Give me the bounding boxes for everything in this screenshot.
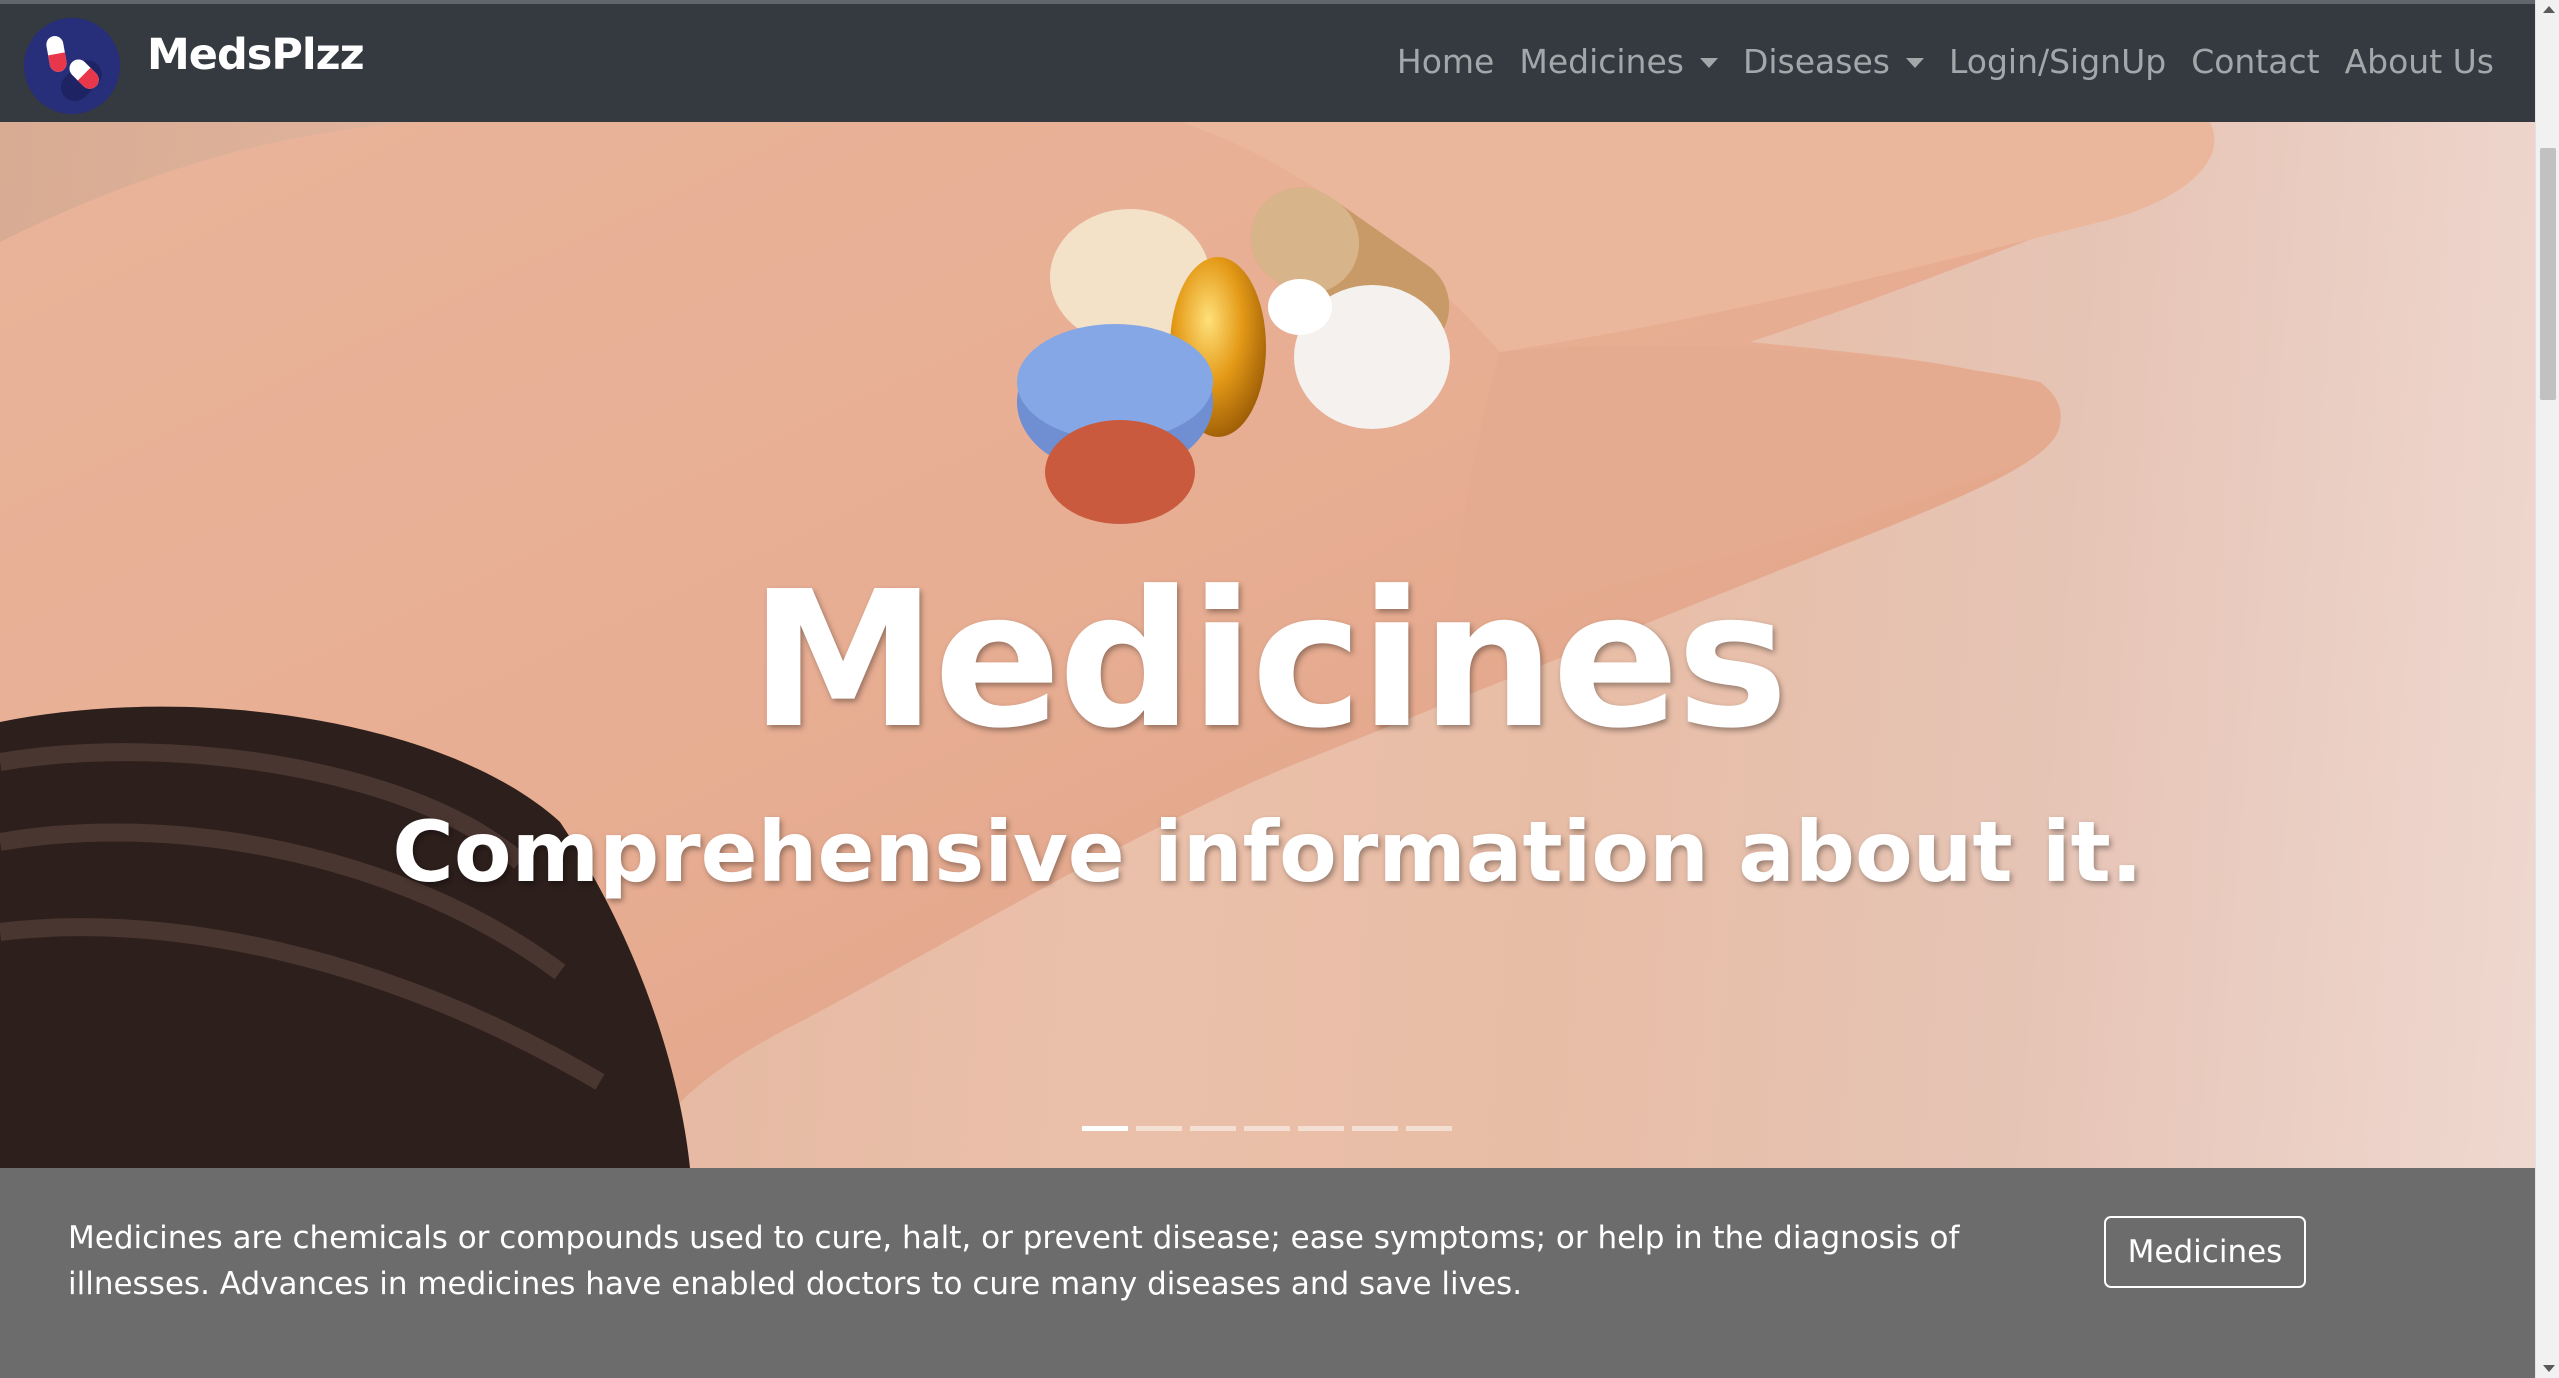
medicines-info-band: Medicines are chemicals or compounds use… — [0, 1168, 2535, 1378]
nav-contact[interactable]: Contact — [2191, 42, 2319, 81]
nav-login-signup[interactable]: Login/SignUp — [1949, 42, 2166, 81]
scrollbar-thumb[interactable] — [2540, 148, 2556, 400]
vertical-scrollbar[interactable] — [2535, 0, 2559, 1378]
caret-down-icon — [1699, 57, 1718, 68]
nav-medicines-label: Medicines — [1519, 42, 1684, 81]
nav-home[interactable]: Home — [1397, 42, 1494, 81]
carousel-indicator-4[interactable] — [1244, 1126, 1290, 1131]
carousel-indicator-1[interactable] — [1082, 1126, 1128, 1131]
carousel-indicator-7[interactable] — [1406, 1126, 1452, 1131]
nav-medicines-dropdown[interactable]: Medicines — [1519, 42, 1718, 81]
main-nav: Home Medicines Diseases Login/SignUp Con… — [1372, 42, 2494, 81]
nav-diseases-label: Diseases — [1742, 42, 1890, 81]
hero-subtitle: Comprehensive information about it. — [392, 803, 2143, 901]
carousel-indicator-6[interactable] — [1352, 1126, 1398, 1131]
caret-down-icon — [1905, 57, 1924, 68]
carousel-indicator-3[interactable] — [1190, 1126, 1236, 1131]
medicines-description: Medicines are chemicals or compounds use… — [68, 1220, 1960, 1302]
carousel-indicator-2[interactable] — [1136, 1126, 1182, 1131]
hero-title: Medicines — [749, 551, 1789, 770]
carousel-indicator-5[interactable] — [1298, 1126, 1344, 1131]
brand-name[interactable]: MedsPlzz — [147, 30, 365, 80]
nav-about-us[interactable]: About Us — [2345, 42, 2494, 81]
nav-diseases-dropdown[interactable]: Diseases — [1743, 42, 1924, 81]
pills-logo-icon[interactable] — [24, 18, 120, 114]
carousel-indicators — [1082, 1126, 1460, 1131]
navbar: MedsPlzz Home Medicines Diseases Login/S… — [0, 4, 2535, 122]
scroll-up-arrow-icon[interactable] — [2543, 6, 2555, 13]
hero-carousel[interactable]: Medicines Comprehensive information abou… — [0, 122, 2535, 1168]
medicines-button[interactable]: Medicines — [2104, 1216, 2306, 1288]
scroll-down-arrow-icon[interactable] — [2543, 1365, 2555, 1372]
